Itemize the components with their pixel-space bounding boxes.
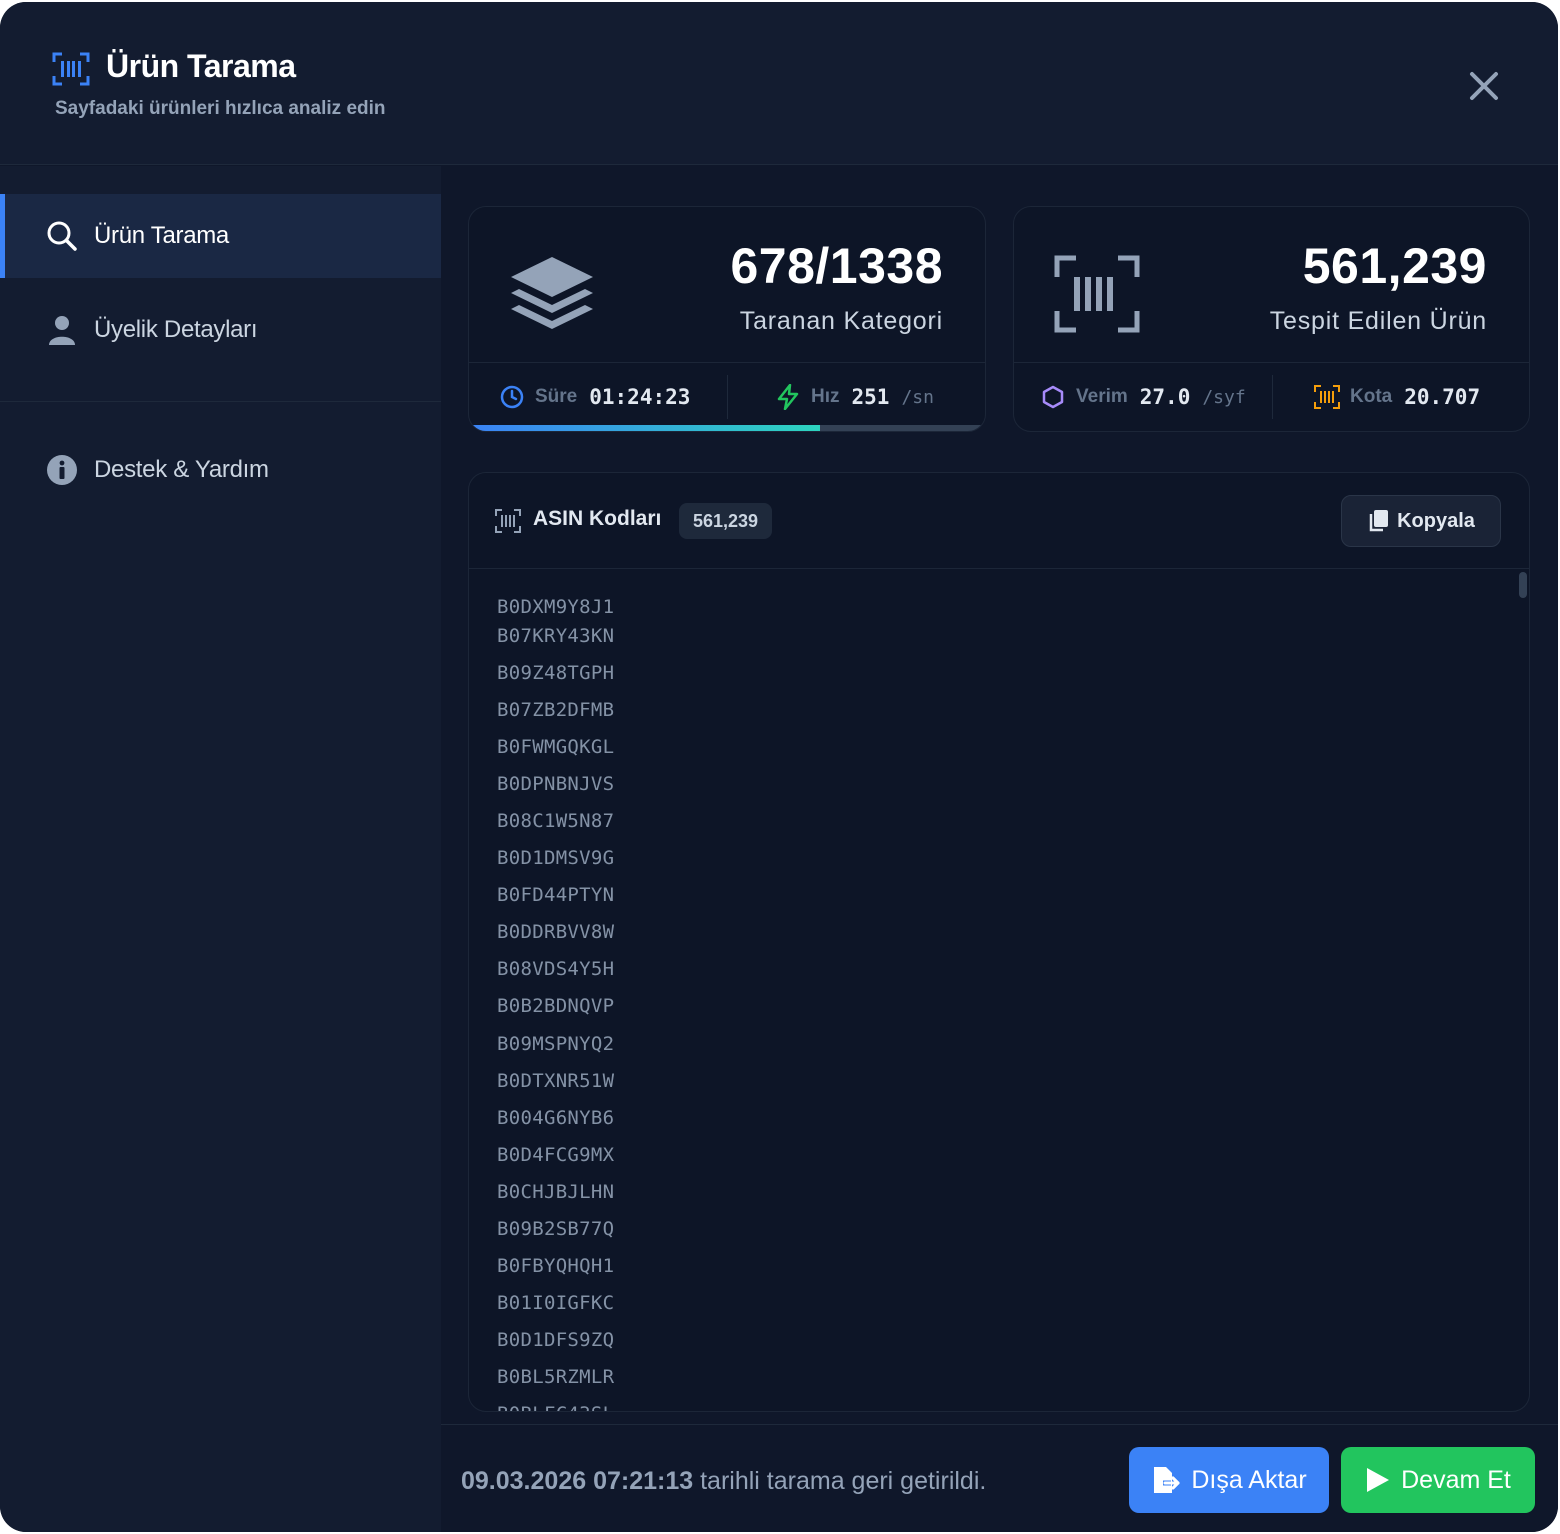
asin-list-item: B0D4FCG9MX bbox=[497, 1144, 615, 1166]
speed-label: Hız bbox=[811, 386, 840, 407]
copy-icon bbox=[1369, 510, 1389, 532]
barcode-scan-icon bbox=[1314, 384, 1340, 410]
barcode-scan-icon bbox=[495, 509, 521, 533]
asin-list[interactable]: B0DXM9Y8J1 B07KRY43KN B09Z48TGPH B07ZB2DFMB… bbox=[469, 570, 1529, 1411]
barcode-scan-icon bbox=[1054, 255, 1140, 333]
asin-list-item: B0DXM9Y8J1 bbox=[497, 596, 615, 618]
asin-list-title: ASIN Kodları bbox=[533, 507, 662, 530]
asin-list-item: B08VDS4Y5H bbox=[497, 958, 615, 980]
yield-metric: Verim 27.0 /syf bbox=[1040, 363, 1246, 431]
asin-list-panel: ASIN Kodları 561,239 Kopyala B0DXM9Y8J1 B… bbox=[468, 472, 1530, 1412]
asin-list-item: B09Z48TGPH bbox=[497, 662, 615, 684]
dialog-footer: 09.03.2026 07:21:13 tarihli tarama geri … bbox=[441, 1424, 1558, 1532]
lightning-icon bbox=[775, 384, 801, 410]
sidebar: Ürün Tarama Üyelik Detayları Destek & Ya… bbox=[0, 166, 441, 1532]
products-stat-card: 561,239 Tespit Edilen Ürün Verim 27.0 /s… bbox=[1013, 206, 1530, 432]
export-button[interactable]: Dışa Aktar bbox=[1129, 1447, 1329, 1513]
speed-value: 251 bbox=[851, 385, 890, 409]
sidebar-item-destek-yardim[interactable]: Destek & Yardım bbox=[0, 428, 441, 512]
asin-count-badge: 561,239 bbox=[679, 503, 773, 539]
products-label: Tespit Edilen Ürün bbox=[1269, 307, 1487, 335]
asin-list-item: B0BL5RZMLR bbox=[497, 1366, 615, 1388]
continue-button-label: Devam Et bbox=[1401, 1465, 1511, 1494]
sidebar-item-urun-tarama[interactable]: Ürün Tarama bbox=[0, 194, 441, 278]
asin-list-item: B0D1DMSV9G bbox=[497, 847, 615, 869]
metric-divider bbox=[727, 375, 728, 419]
quota-label: Kota bbox=[1350, 386, 1393, 407]
scan-dialog: Ürün Tarama Sayfadaki ürünleri hızlıca a… bbox=[0, 2, 1558, 1532]
yield-label: Verim bbox=[1076, 386, 1128, 407]
duration-label: Süre bbox=[535, 386, 578, 407]
search-icon bbox=[46, 220, 78, 252]
duration-metric: Süre 01:24:23 bbox=[499, 363, 702, 431]
asin-list-item: B004G6NYB6 bbox=[497, 1107, 615, 1129]
asin-list-header: ASIN Kodları 561,239 Kopyala bbox=[469, 473, 1529, 569]
quota-metric: Kota 20.707 bbox=[1314, 363, 1492, 431]
speed-metric: Hız 251 /sn bbox=[775, 363, 934, 431]
categories-stat-card: 678/1338 Taranan Kategori Süre 01:24:23 … bbox=[468, 206, 986, 432]
play-icon bbox=[1367, 1468, 1390, 1492]
dialog-header: Ürün Tarama Sayfadaki ürünleri hızlıca a… bbox=[0, 2, 1558, 165]
asin-list-item: B0B2BDNQVP bbox=[497, 995, 615, 1017]
asin-list-item: B0CHJBJLHN bbox=[497, 1181, 615, 1203]
asin-list-item: B0D1DFS9ZQ bbox=[497, 1329, 615, 1351]
sidebar-item-label: Ürün Tarama bbox=[94, 222, 229, 249]
asin-list-item: B09MSPNYQ2 bbox=[497, 1033, 615, 1055]
export-button-label: Dışa Aktar bbox=[1191, 1465, 1307, 1494]
asin-list-item: B0DDRBVV8W bbox=[497, 921, 615, 943]
quota-value: 20.707 bbox=[1404, 385, 1481, 409]
restore-text: tarihli tarama geri getirildi. bbox=[700, 1467, 987, 1495]
products-metrics: Verim 27.0 /syf Kota 20.707 bbox=[1014, 362, 1529, 430]
asin-list-item: B0BLFC43SL bbox=[497, 1403, 614, 1411]
yield-unit: /syf bbox=[1202, 386, 1246, 408]
info-icon bbox=[46, 454, 78, 486]
sidebar-divider bbox=[0, 401, 441, 402]
copy-button[interactable]: Kopyala bbox=[1341, 495, 1501, 547]
user-icon bbox=[46, 314, 78, 346]
yield-value: 27.0 bbox=[1139, 385, 1191, 409]
scrollbar-thumb[interactable] bbox=[1519, 572, 1527, 598]
asin-list-item: B07ZB2DFMB bbox=[497, 699, 615, 721]
file-export-icon bbox=[1154, 1467, 1180, 1493]
clock-icon bbox=[499, 384, 525, 410]
copy-button-label: Kopyala bbox=[1397, 509, 1475, 532]
dialog-subtitle: Sayfadaki ürünleri hızlıca analiz edin bbox=[55, 98, 386, 119]
asin-list-item: B0DPNBNJVS bbox=[497, 773, 615, 795]
restore-status: 09.03.2026 07:21:13 tarihli tarama geri … bbox=[461, 1467, 986, 1496]
layers-icon bbox=[511, 257, 593, 329]
close-icon[interactable] bbox=[1466, 68, 1502, 104]
continue-button[interactable]: Devam Et bbox=[1341, 1447, 1535, 1513]
hexagon-icon bbox=[1040, 384, 1066, 410]
dialog-title: Ürün Tarama bbox=[106, 48, 296, 84]
scan-progress-bar bbox=[469, 425, 985, 431]
asin-list-item: B0FD44PTYN bbox=[497, 884, 615, 906]
products-count: 561,239 bbox=[1302, 238, 1487, 294]
barcode-scan-icon bbox=[52, 52, 90, 86]
asin-list-item: B09B2SB77Q bbox=[497, 1218, 615, 1240]
asin-list-item: B0FBYQHQH1 bbox=[497, 1255, 615, 1277]
restore-date: 09.03.2026 07:21:13 bbox=[461, 1467, 694, 1495]
sidebar-item-uyelik-detaylari[interactable]: Üyelik Detayları bbox=[0, 288, 441, 372]
asin-list-item: B0FWMGQKGL bbox=[497, 736, 615, 758]
categories-count: 678/1338 bbox=[730, 238, 943, 294]
duration-value: 01:24:23 bbox=[589, 385, 691, 409]
asin-list-item: B08C1W5N87 bbox=[497, 810, 615, 832]
sidebar-item-label: Üyelik Detayları bbox=[94, 316, 258, 343]
categories-metrics: Süre 01:24:23 Hız 251 /sn bbox=[469, 362, 985, 430]
scan-progress-fill bbox=[469, 425, 820, 431]
sidebar-item-label: Destek & Yardım bbox=[94, 456, 269, 483]
asin-list-item: B0DTXNR51W bbox=[497, 1070, 615, 1092]
categories-label: Taranan Kategori bbox=[739, 307, 943, 335]
asin-list-item: B01I0IGFKC bbox=[497, 1292, 615, 1314]
speed-unit: /sn bbox=[901, 386, 934, 408]
asin-list-item: B07KRY43KN bbox=[497, 625, 615, 647]
metric-divider bbox=[1272, 375, 1273, 419]
